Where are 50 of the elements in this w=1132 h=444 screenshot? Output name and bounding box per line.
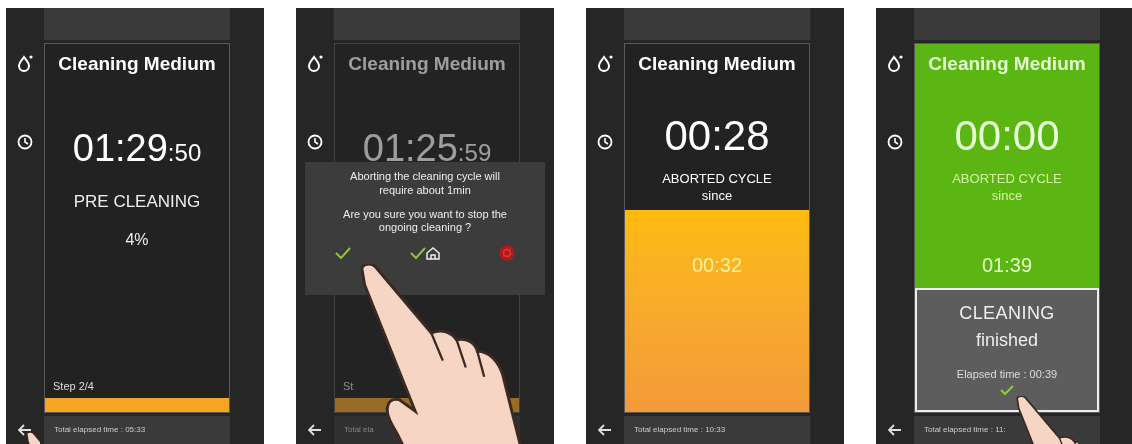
stop-icon — [499, 245, 516, 261]
total-time-text: Total elapsed time : 10:33 — [634, 424, 726, 436]
droplet-icon[interactable] — [887, 54, 903, 72]
total-time-text: Total elapsed time : 05:33 — [54, 424, 146, 436]
dialog-question: Are you sure you want to stop the ongoing cleaning ? — [342, 207, 508, 235]
panel-title: Cleaning Medium — [58, 52, 216, 76]
since-text: since — [701, 188, 733, 205]
panel-title: Cleaning Medium — [638, 52, 796, 76]
since-text: since — [991, 188, 1023, 205]
clock-icon[interactable] — [887, 134, 903, 150]
droplet-icon[interactable] — [17, 54, 33, 72]
result-heading: CLEANING — [959, 302, 1055, 326]
countdown-text: 00:32 — [691, 253, 743, 279]
back-arrow-icon — [18, 424, 32, 436]
checkmark-icon — [1000, 384, 1014, 395]
back-button[interactable] — [888, 424, 902, 436]
back-button[interactable] — [308, 424, 322, 436]
back-button[interactable] — [18, 424, 32, 436]
confirm-button[interactable] — [1000, 384, 1014, 395]
back-button[interactable] — [598, 424, 612, 436]
result-subheading: finished — [975, 329, 1038, 353]
droplet-icon[interactable] — [597, 54, 613, 72]
phase-text: PRE CLEANING — [73, 190, 201, 213]
droplet-icon[interactable] — [307, 54, 323, 72]
step-label: Step 2/4 — [53, 378, 94, 394]
check-home-icon — [410, 246, 440, 260]
timer-text: 00:00 — [954, 114, 1060, 157]
confirm-home-button[interactable] — [408, 244, 442, 262]
elapsed-time-text: Elapsed time : 00:39 — [956, 367, 1058, 383]
clock-icon[interactable] — [597, 134, 613, 150]
back-arrow-icon — [308, 424, 322, 436]
step-label: St — [343, 378, 354, 394]
phase-text: ABORTED CYCLE — [662, 169, 772, 188]
percent-text: 4% — [125, 230, 149, 250]
countdown-text: 01:39 — [981, 253, 1033, 279]
dialog-message: Aborting the cleaning cycle will require about 1min — [349, 170, 501, 198]
total-time-text: Total elapsed time : 11: — [924, 424, 1006, 436]
panel-title: Cleaning Medium — [348, 52, 506, 76]
checkmark-icon — [334, 247, 351, 259]
clock-icon[interactable] — [307, 134, 323, 150]
timer-text: 00:28 — [664, 114, 770, 157]
back-arrow-icon — [888, 424, 902, 436]
back-arrow-icon — [598, 424, 612, 436]
phase-text: ABORTED CYCLE — [952, 169, 1062, 188]
timer-text: 01:29:50 — [72, 128, 202, 167]
timer-text: 01:25:59 — [362, 128, 492, 167]
panel-title: Cleaning Medium — [928, 52, 1086, 76]
total-time-text: Total ela — [344, 424, 374, 436]
clock-icon[interactable] — [17, 134, 33, 150]
confirm-button[interactable] — [332, 245, 353, 261]
